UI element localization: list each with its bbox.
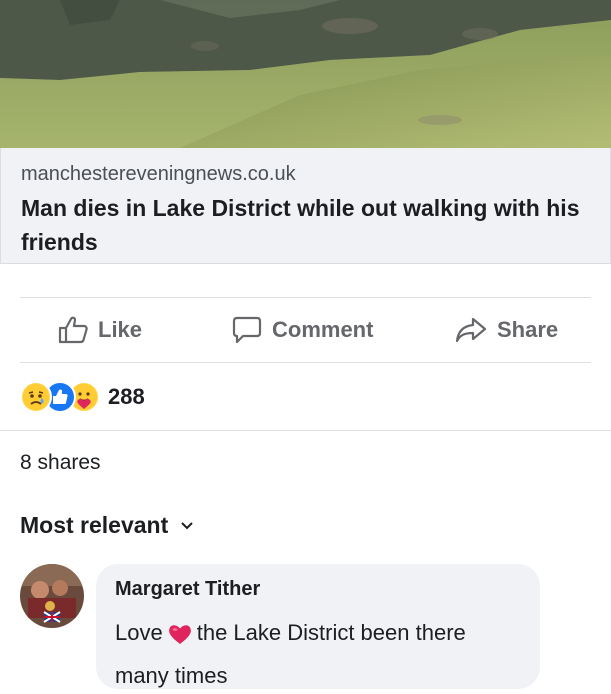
share-label: Share bbox=[497, 317, 559, 342]
comment-sort-label: Most relevant bbox=[20, 512, 169, 538]
link-domain: manchestereveningnews.co.uk bbox=[21, 163, 296, 185]
reaction-count: 288 bbox=[108, 384, 145, 409]
divider bbox=[20, 362, 591, 363]
share-arrow-icon bbox=[455, 317, 487, 343]
comment-bubble[interactable]: Margaret Tither Love the Lake District be… bbox=[96, 564, 540, 689]
comment-button[interactable]: Comment bbox=[232, 298, 373, 362]
comment-label: Comment bbox=[272, 317, 374, 342]
comment-author[interactable]: Margaret Tither bbox=[115, 578, 260, 601]
profile-photo bbox=[20, 564, 84, 628]
avatar[interactable] bbox=[20, 564, 84, 628]
speech-bubble-icon bbox=[232, 316, 262, 344]
share-count[interactable]: 8 shares bbox=[20, 451, 101, 475]
divider bbox=[0, 430, 611, 431]
comment-text-before: Love bbox=[115, 620, 163, 645]
sad-icon bbox=[20, 381, 52, 413]
link-preview-card[interactable]: manchestereveningnews.co.uk Man dies in … bbox=[0, 148, 611, 264]
post-action-bar: Like Comment Share bbox=[0, 298, 611, 362]
chevron-down-icon bbox=[181, 521, 193, 529]
reaction-summary[interactable]: 288 bbox=[20, 380, 145, 414]
thumbs-up-icon bbox=[58, 316, 88, 344]
share-button[interactable]: Share bbox=[455, 298, 558, 362]
red-heart-icon bbox=[167, 620, 193, 657]
landscape-photo bbox=[0, 0, 611, 148]
link-headline: Man dies in Lake District while out walk… bbox=[21, 195, 580, 255]
comment-sort-dropdown[interactable]: Most relevant bbox=[20, 512, 194, 539]
comment-text: Love the Lake District been there many ti… bbox=[115, 614, 525, 694]
like-label: Like bbox=[98, 317, 143, 342]
like-button[interactable]: Like bbox=[58, 298, 142, 362]
link-preview-image[interactable] bbox=[0, 0, 611, 148]
